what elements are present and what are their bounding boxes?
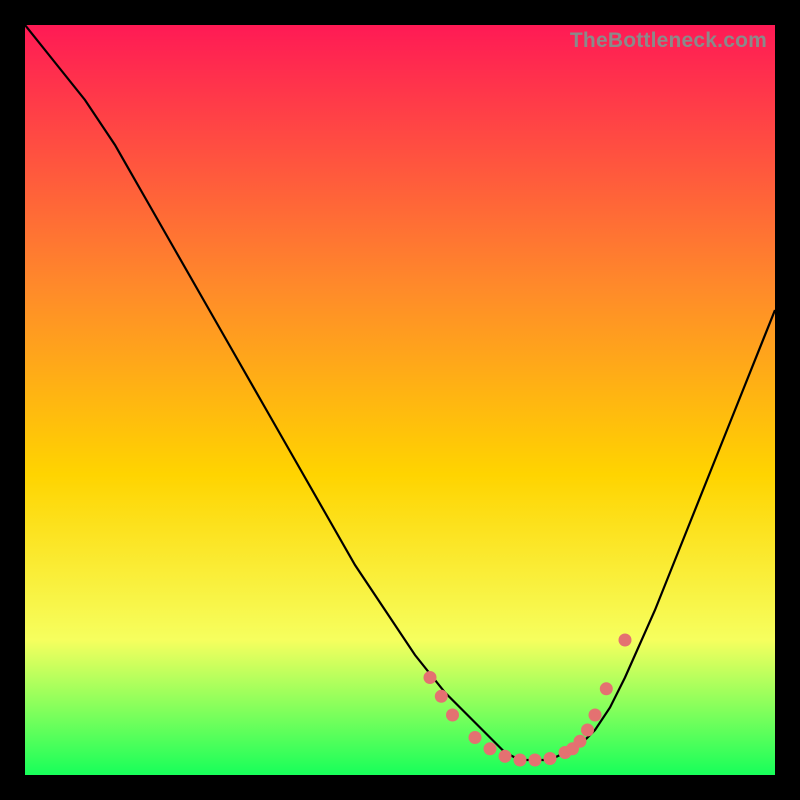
marker-point [619,634,632,647]
marker-point [469,731,482,744]
marker-point [435,690,448,703]
marker-point [600,682,613,695]
chart-frame: TheBottleneck.com [25,25,775,775]
marker-point [574,735,587,748]
marker-point [544,752,557,765]
marker-point [589,709,602,722]
marker-point [499,750,512,763]
marker-point [514,754,527,767]
marker-point [529,754,542,767]
marker-point [424,671,437,684]
bottleneck-chart [25,25,775,775]
marker-point [446,709,459,722]
gradient-background [25,25,775,775]
watermark-text: TheBottleneck.com [570,29,767,53]
marker-point [581,724,594,737]
marker-point [484,742,497,755]
